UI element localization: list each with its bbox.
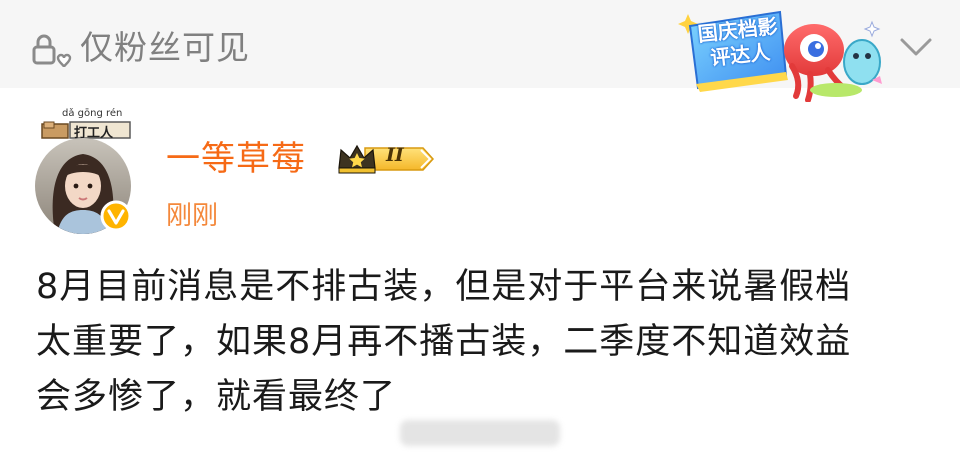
badge-title-text: 国庆档影评达人 (696, 13, 779, 71)
chevron-down-icon[interactable] (896, 32, 936, 60)
author-avatar-block[interactable]: dǎ gōng rén 打工人 (30, 108, 140, 234)
post-time: 刚刚 (166, 201, 219, 231)
member-crown-badge-icon[interactable] (335, 142, 435, 176)
visibility-label: 仅粉丝可见 (80, 28, 250, 67)
author-name[interactable]: 一等草莓 (166, 136, 306, 182)
lock-fans-icon (32, 34, 72, 68)
member-level: II (386, 144, 404, 166)
blurred-watermark (400, 420, 560, 446)
post-text-line: 会多惨了，就看最终了 (36, 377, 397, 417)
post-text-line: 8月目前消息是不排古装，但是对于平台来说暑假档 (36, 267, 852, 307)
avatar-pinyin: dǎ gōng rén (62, 108, 123, 119)
post-text-line: 太重要了，如果8月再不播古装，二季度不知道效益 (36, 322, 852, 362)
weibo-post-card: 仅粉丝可见 国庆档影评达人 dǎ gōng rén 打工人 一等草莓 II 刚刚… (0, 0, 960, 459)
post-topbar: 仅粉丝可见 国庆档影评达人 (0, 0, 960, 102)
post-body: 8月目前消息是不排古装，但是对于平台来说暑假档 太重要了，如果8月再不播古装，二… (36, 260, 936, 425)
v-verified-icon (100, 200, 132, 232)
